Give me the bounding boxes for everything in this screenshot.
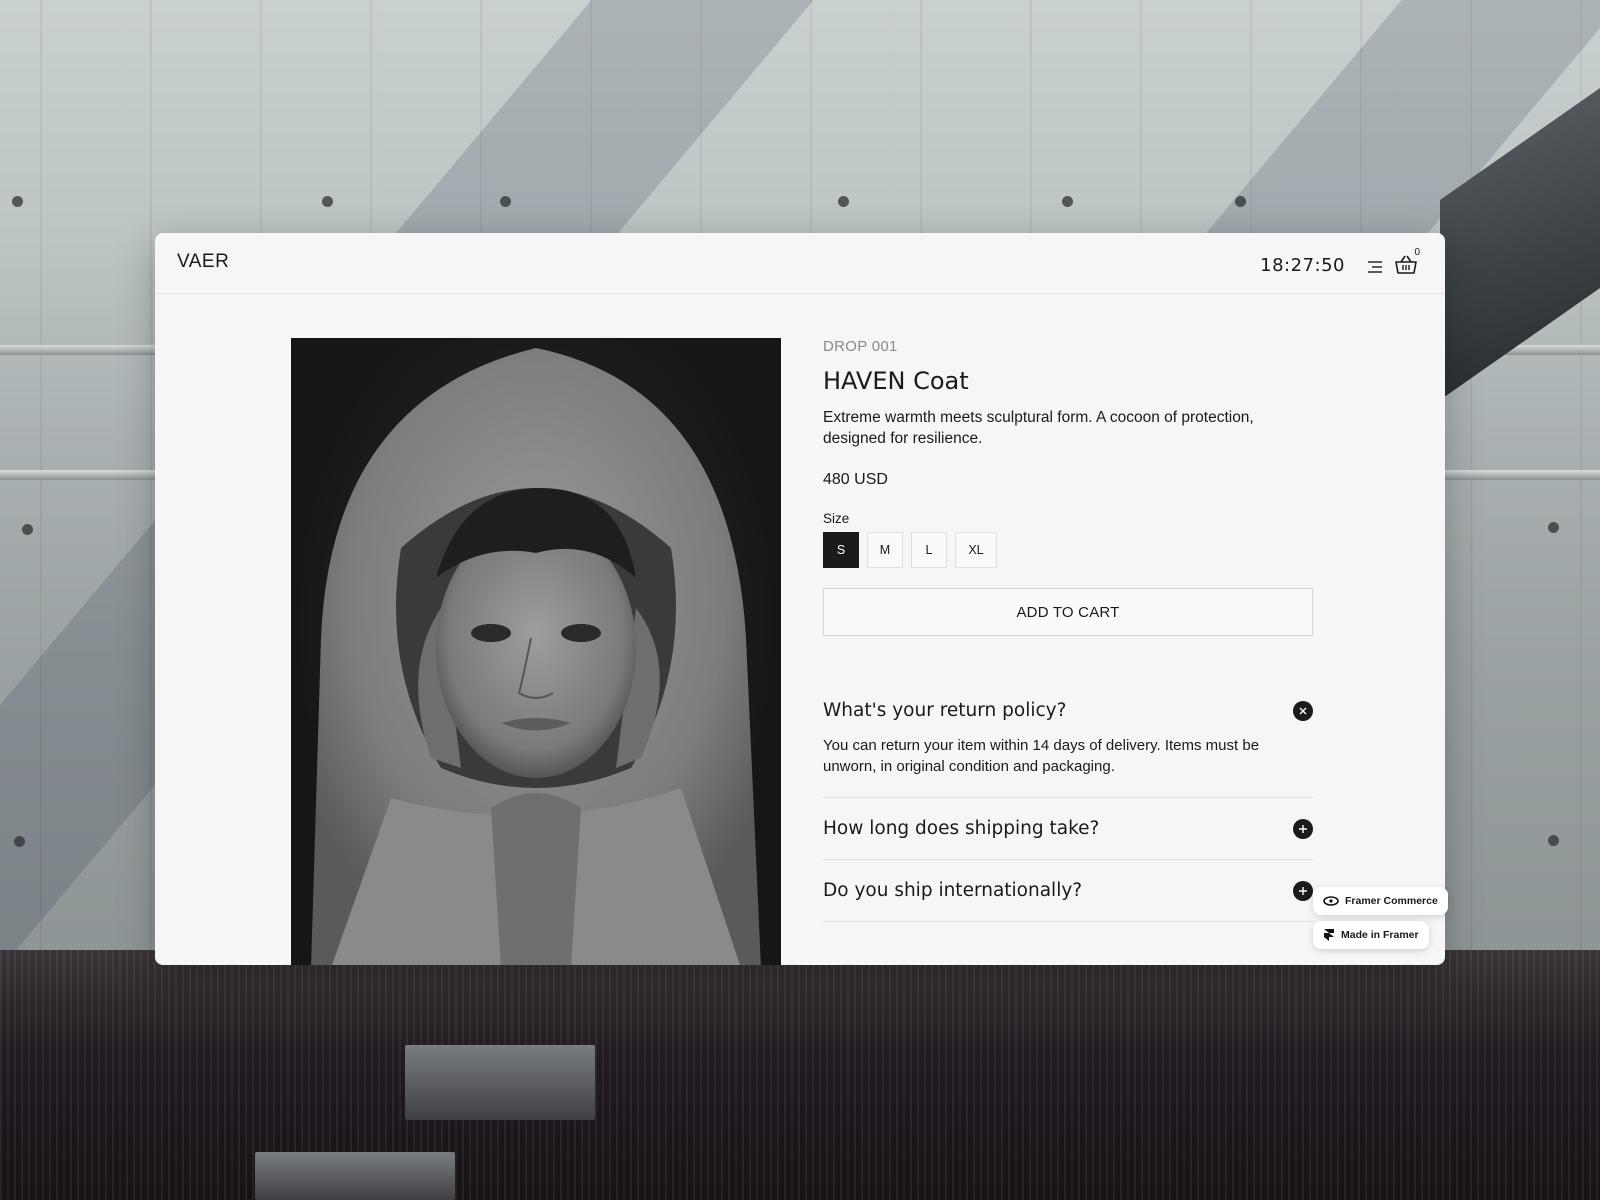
background-bolt [1548,522,1559,533]
background-bolt [12,196,23,207]
top-bar: VAER 18:27:50 0 [155,233,1445,294]
drop-label: DROP 001 [823,338,898,355]
product-image [291,338,781,965]
framer-logo-icon [1324,929,1334,941]
background-bolt [500,196,511,207]
product-title: HAVEN Coat [823,367,969,395]
plus-icon[interactable] [1293,818,1313,839]
close-icon[interactable] [1293,700,1313,721]
faq-question-toggle[interactable]: Do you ship internationally? [823,860,1313,921]
size-selector: S M L XL [823,532,1313,568]
background-bolt [22,524,33,535]
made-in-framer-label: Made in Framer [1341,929,1419,941]
framer-commerce-label: Framer Commerce [1345,895,1438,907]
background-bolt [838,196,849,207]
menu-icon[interactable] [1367,260,1383,274]
clock: 18:27:50 [1260,255,1345,276]
background-step [405,1045,595,1120]
size-option-m[interactable]: M [867,532,903,568]
product-price: 480 USD [823,471,888,488]
framer-commerce-badge[interactable]: Framer Commerce [1313,887,1448,915]
faq-answer: You can return your item within 14 days … [823,737,1260,775]
faq-item: What's your return policy? You can retur… [823,680,1313,798]
background-bolt [1235,196,1246,207]
faq-question-toggle[interactable]: What's your return policy? [823,680,1313,741]
background-floor [0,950,1600,1200]
background-bolt [1062,196,1073,207]
size-option-l[interactable]: L [911,532,947,568]
faq-question: What's your return policy? [823,700,1067,721]
background-bolt [322,196,333,207]
product-details: DROP 001 HAVEN Coat Extreme warmth meets… [823,338,1313,636]
background-bolt [1548,835,1559,846]
brand-logo[interactable]: VAER [177,251,229,273]
store-window: VAER 18:27:50 0 DROP 001 HAVEN Coat Extr… [155,233,1445,965]
add-to-cart-button[interactable]: ADD TO CART [823,588,1313,636]
made-in-framer-badge[interactable]: Made in Framer [1313,921,1429,949]
faq-item: How long does shipping take? [823,798,1313,860]
faq-item: Do you ship internationally? [823,860,1313,922]
faq-question-toggle[interactable]: How long does shipping take? [823,798,1313,859]
product-description: Extreme warmth meets sculptural form. A … [823,409,1254,447]
background-step [255,1152,455,1200]
faq-question: Do you ship internationally? [823,880,1083,901]
size-option-s[interactable]: S [823,532,859,568]
framer-commerce-icon [1323,896,1339,906]
hooded-portrait-illustration [311,348,761,965]
faq-question: How long does shipping take? [823,818,1100,839]
plus-icon[interactable] [1293,880,1313,901]
cart-count-badge: 0 [1414,247,1420,258]
size-label: Size [823,511,850,526]
faq-accordion: What's your return policy? You can retur… [823,680,1313,922]
background-bolt [14,836,25,847]
size-option-xl[interactable]: XL [955,532,997,568]
